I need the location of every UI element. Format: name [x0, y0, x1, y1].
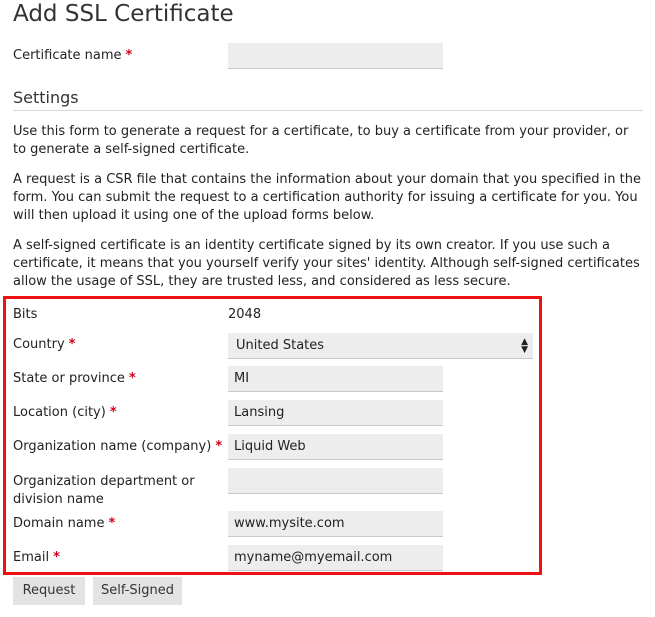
state-label-text: State or province — [13, 371, 125, 386]
updown-arrows-icon: ▲ ▼ — [521, 337, 528, 355]
request-button[interactable]: Request — [13, 577, 85, 605]
country-label: Country * — [13, 337, 75, 352]
self-signed-button[interactable]: Self-Signed — [93, 577, 182, 605]
country-label-text: Country — [13, 337, 65, 352]
department-input[interactable] — [228, 468, 443, 494]
settings-divider — [13, 110, 643, 111]
location-label-text: Location (city) — [13, 405, 106, 420]
domain-label: Domain name * — [13, 516, 115, 531]
department-label-line2: division name — [13, 492, 104, 507]
organization-input[interactable] — [228, 434, 443, 460]
domain-label-text: Domain name — [13, 516, 105, 531]
required-mark: * — [215, 439, 223, 454]
domain-input[interactable] — [228, 511, 443, 537]
required-mark: * — [128, 371, 136, 386]
settings-heading: Settings — [13, 88, 79, 107]
department-label-line1: Organization department or — [13, 474, 195, 489]
state-label: State or province * — [13, 371, 136, 386]
required-mark: * — [53, 550, 60, 565]
certificate-name-label: Certificate name * — [13, 48, 132, 63]
certificate-name-label-text: Certificate name — [13, 48, 122, 63]
country-select[interactable]: United States ▲ ▼ — [228, 333, 533, 359]
location-label: Location (city) * — [13, 405, 117, 420]
email-label: Email * — [13, 550, 60, 565]
required-mark: * — [68, 337, 76, 352]
state-input[interactable] — [228, 366, 443, 392]
bits-label: Bits — [13, 307, 38, 322]
required-mark: * — [109, 405, 117, 420]
organization-label-text: Organization name (company) — [13, 439, 212, 454]
location-input[interactable] — [228, 400, 443, 426]
organization-label: Organization name (company) * — [13, 439, 222, 454]
bits-value: 2048 — [228, 307, 262, 322]
required-mark: * — [125, 48, 133, 63]
department-label: Organization department or division name — [13, 473, 195, 509]
email-label-text: Email — [13, 550, 50, 565]
certificate-name-input[interactable] — [228, 43, 443, 69]
required-mark: * — [108, 516, 116, 531]
email-input[interactable] — [228, 545, 443, 571]
settings-paragraph-2: A request is a CSR file that contains th… — [13, 172, 641, 223]
page-title: Add SSL Certificate — [13, 1, 234, 27]
settings-paragraph-1: Use this form to generate a request for … — [13, 124, 629, 157]
country-select-value: United States — [236, 338, 325, 353]
settings-paragraph-3: A self-signed certificate is an identity… — [13, 238, 640, 289]
